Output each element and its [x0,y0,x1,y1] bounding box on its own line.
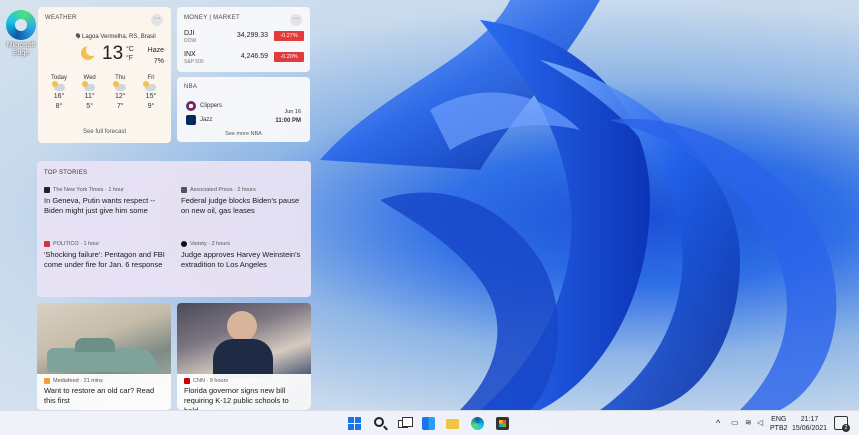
desktop-icon-label: Microsoft Edge [6,42,36,57]
story-source: Mediafeed · 21 mins [44,378,164,384]
story-item[interactable]: Variety · 2 hours Judge approves Harvey … [181,241,306,270]
notification-count: 2 [842,424,850,432]
forecast-day: Today 16° 8° [50,75,67,110]
weather-temperature: 13 [102,43,124,64]
location-pin-icon [74,32,82,39]
nba-widget[interactable]: NBA Clippers Jazz Jun 16 11:00 PM See mor… [177,77,310,142]
team-clippers: Clippers [186,101,222,111]
partly-cloudy-icon [143,81,157,91]
story-headline: 'Shocking failure': Pentagon and FBI com… [44,250,165,269]
store-icon[interactable] [496,417,509,430]
task-view-icon[interactable] [398,417,413,428]
story-headline: Want to restore an old car? Read this fi… [44,386,155,405]
clippers-logo-icon [186,101,196,111]
nyt-logo-icon [44,187,50,193]
edge-icon [6,10,36,40]
mediafeed-logo-icon [44,378,50,384]
edge-icon[interactable] [471,417,484,430]
weather-more-button[interactable]: ··· [151,14,163,26]
stock-change-badge: -0.27% [274,31,304,41]
top-stories-widget: TOP STORIES The New York Times · 1 hour … [37,161,311,297]
stock-row-inx[interactable]: INX S&P 500 4,246.59 -0.20% [184,50,304,68]
forecast-day: Thu 12° 7° [112,75,126,110]
partly-cloudy-icon [51,81,65,91]
ap-logo-icon [181,187,187,193]
start-button[interactable] [348,417,361,430]
story-source: CNN · 9 hours [184,378,304,384]
show-hidden-icons-button[interactable]: ^ [716,418,720,435]
jazz-logo-icon [186,115,196,125]
widgets-icon[interactable] [422,417,435,430]
clock[interactable]: 21:17 15/06/2021 [792,415,827,435]
story-headline: Judge approves Harvey Weinstein's extrad… [181,250,301,269]
partly-cloudy-icon [82,81,96,91]
weather-condition: Haze 7% [147,47,164,65]
photo-story-card[interactable]: CNN · 9 hours Florida governor signs new… [177,303,311,410]
see-more-nba-link[interactable]: See more NBA [177,131,310,137]
story-item[interactable]: Associated Press · 2 hours Federal judge… [181,187,306,216]
volume-icon[interactable]: ◁ [757,418,763,435]
nba-header: NBA [184,84,198,90]
search-icon[interactable] [374,417,384,427]
story-source: POLITICO · 1 hour [44,241,169,247]
stock-row-dji[interactable]: DJI DOW 34,299.33 -0.27% [184,29,304,47]
story-item[interactable]: POLITICO · 1 hour 'Shocking failure': Pe… [44,241,169,270]
input-language[interactable]: ENG PTB2 [770,415,788,435]
game-time: Jun 16 11:00 PM [275,109,301,124]
variety-logo-icon [181,241,187,247]
see-full-forecast-link[interactable]: See full forecast [38,129,171,135]
desktop-icon-edge[interactable]: Microsoft Edge [4,10,38,58]
taskbar: ^ ▭ ≋ ◁ ENG PTB2 21:17 15/06/2021 2 [0,410,859,435]
market-widget[interactable]: MONEY | MARKET ··· DJI DOW 34,299.33 -0.… [177,7,310,72]
weather-location: Lagoa Vermelha, RS, Brasil [74,32,156,40]
story-source: The New York Times · 1 hour [44,187,169,193]
photo-story-card[interactable]: Mediafeed · 21 mins Want to restore an o… [37,303,171,410]
notification-icon[interactable]: 2 [834,416,850,432]
story-headline: Federal judge blocks Biden's pause on ne… [181,196,300,215]
top-stories-header: TOP STORIES [44,170,88,176]
cnn-logo-icon [184,378,190,384]
story-headline: In Geneva, Putin wants respect -- Biden … [44,196,156,215]
governor-photo [227,311,257,341]
story-source: Associated Press · 2 hours [181,187,306,193]
old-car-image [47,338,157,372]
partly-cloudy-icon [112,81,126,91]
forecast-day: Wed 11° 5° [82,75,96,110]
weather-precip: 7% [153,58,164,65]
weather-forecast: Today 16° 8° Wed 11° 5° Thu 12° 7° Fri 15° 9° [45,73,165,112]
stock-value: 4,246.59 [240,53,268,60]
politico-logo-icon [44,241,50,247]
battery-icon[interactable]: ▭ [731,418,739,435]
stock-change-badge: -0.20% [274,52,304,62]
stock-value: 34,299.33 [236,32,268,39]
file-explorer-icon[interactable] [446,419,459,429]
moon-haze-icon [81,44,98,60]
story-headline: Florida governor signs new bill requirin… [184,386,289,410]
story-item[interactable]: The New York Times · 1 hour In Geneva, P… [44,187,169,216]
team-jazz: Jazz [186,115,212,125]
weather-widget[interactable]: WEATHER ··· Lagoa Vermelha, RS, Brasil 1… [38,7,171,143]
story-source: Variety · 2 hours [181,241,306,247]
weather-header: WEATHER [45,15,77,21]
weather-unit-toggle[interactable]: °C °F [126,45,134,63]
market-more-button[interactable]: ··· [290,14,302,26]
forecast-day: Fri 15° 9° [143,75,157,110]
market-header: MONEY | MARKET [184,15,240,21]
wifi-icon[interactable]: ≋ [745,418,752,435]
